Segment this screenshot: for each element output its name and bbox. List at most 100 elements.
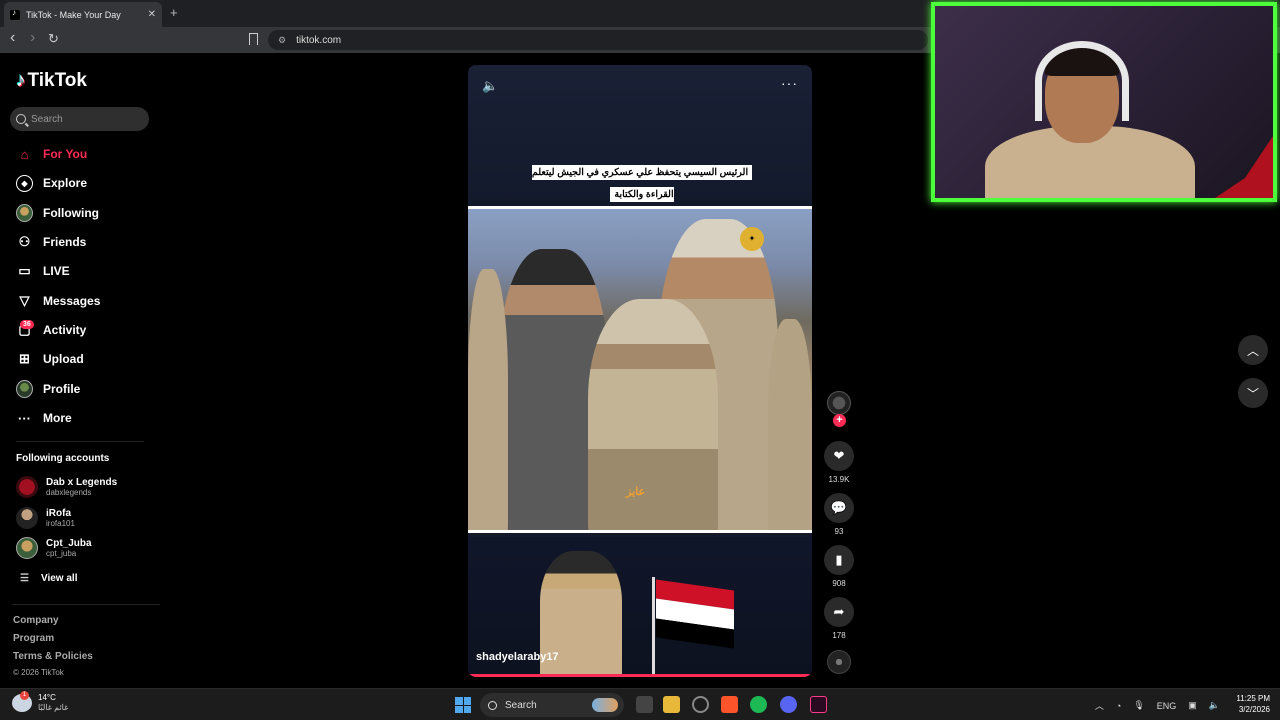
- figure-soldier: [588, 299, 718, 530]
- nav-label: For You: [43, 147, 88, 161]
- video-progress-bar[interactable]: [468, 674, 812, 677]
- nav-for-you[interactable]: ⌂ For You: [16, 142, 88, 166]
- avatar: [16, 537, 38, 559]
- search-input[interactable]: Search: [10, 107, 149, 131]
- share-count: 178: [832, 631, 846, 640]
- site-info-icon[interactable]: ⚙: [278, 35, 286, 46]
- webcam-overlay: [931, 2, 1277, 202]
- compass-icon: ◆: [16, 174, 33, 192]
- language-indicator[interactable]: ENG: [1157, 701, 1177, 711]
- task-view-icon[interactable]: [636, 696, 653, 713]
- live-icon: ▭: [18, 263, 31, 278]
- network-icon[interactable]: ◔: [1116, 701, 1121, 711]
- video-username[interactable]: shadyelaraby17: [476, 651, 559, 663]
- browser-tab[interactable]: TikTok - Make Your Day ✕: [4, 2, 162, 27]
- nav-friends[interactable]: ⚇ Friends: [16, 230, 87, 254]
- tab-close-icon[interactable]: ✕: [148, 9, 156, 20]
- next-video-button[interactable]: ﹀: [1238, 378, 1268, 408]
- windows-start-icon[interactable]: [455, 697, 471, 713]
- volume-icon[interactable]: 🔈: [482, 78, 498, 94]
- tray-chevron-icon[interactable]: ︿: [1095, 699, 1104, 712]
- share-action[interactable]: ➦ 178: [824, 597, 854, 640]
- discord-icon[interactable]: [780, 696, 797, 713]
- clock-time: 11:25 PM: [1236, 694, 1270, 703]
- app-icon[interactable]: [692, 696, 709, 713]
- footer-program[interactable]: Program: [13, 633, 54, 644]
- taskbar-clock[interactable]: 11:25 PM 3/2/2026: [1226, 693, 1270, 715]
- figure-left: [468, 269, 508, 530]
- creator-avatar[interactable]: [827, 391, 851, 415]
- previous-video-button[interactable]: ︿: [1238, 335, 1268, 365]
- egypt-flag-icon: [656, 579, 734, 649]
- save-action[interactable]: ▮ 908: [824, 545, 854, 588]
- more-icon: ···: [18, 410, 31, 426]
- nav-following[interactable]: Following: [16, 201, 99, 225]
- nav-label: Explore: [43, 176, 88, 190]
- new-tab-button[interactable]: +: [170, 5, 178, 20]
- weather-condition: غائم غالبًا: [38, 703, 69, 712]
- nav-live[interactable]: ▭ LIVE: [16, 259, 70, 283]
- comment-action[interactable]: 💬 93: [824, 493, 854, 536]
- bookmark-icon[interactable]: ▮: [824, 545, 854, 575]
- chevron-up-icon: ︿: [1246, 343, 1259, 358]
- following-account[interactable]: Dab x Legends dabxlegends: [16, 476, 117, 498]
- nav-profile[interactable]: Profile: [16, 377, 80, 401]
- tiktok-favicon-icon: [10, 8, 20, 20]
- flag-pole: [652, 577, 655, 677]
- microphone-icon[interactable]: 🎙: [1133, 700, 1144, 711]
- taskbar-search[interactable]: Search: [480, 693, 624, 717]
- brave-browser-icon[interactable]: [721, 696, 738, 713]
- following-account[interactable]: Cpt_Juba cpt_juba: [16, 537, 92, 559]
- file-explorer-icon[interactable]: [663, 696, 680, 713]
- weather-cloud-icon: 1: [12, 691, 32, 712]
- activity-badge: 36: [20, 320, 34, 329]
- account-name: iRofa: [46, 508, 71, 519]
- nav-label: LIVE: [43, 264, 70, 278]
- tab-title: TikTok - Make Your Day: [26, 9, 121, 20]
- like-action[interactable]: ❤ 13.9K: [824, 441, 854, 484]
- nav-upload[interactable]: ⊞ Upload: [16, 347, 84, 371]
- nav-more[interactable]: ··· More: [16, 406, 72, 430]
- sidebar-divider: [16, 441, 144, 442]
- video-player[interactable]: 🔈 ··· الرئيس السيسي يتحفظ علي عسكري في ا…: [468, 65, 812, 677]
- avatar: [16, 507, 38, 529]
- view-all-link[interactable]: ☰ View all: [20, 573, 77, 584]
- nav-label: Profile: [43, 382, 81, 396]
- footer-company[interactable]: Company: [13, 615, 59, 626]
- speaker-icon[interactable]: 🔈: [1209, 700, 1220, 711]
- upload-icon: ⊞: [19, 351, 30, 366]
- back-button[interactable]: ‹: [10, 29, 15, 47]
- copyright: © 2026 TikTok: [13, 668, 64, 677]
- weather-widget[interactable]: 1 14°C غائم غالبًا: [12, 691, 69, 713]
- nav-explore[interactable]: ◆ Explore: [16, 171, 87, 195]
- nav-messages[interactable]: ▽ Messages: [16, 289, 101, 313]
- footer-terms[interactable]: Terms & Policies: [13, 651, 93, 662]
- video-scene: ✦ عايز: [468, 206, 812, 533]
- heart-icon[interactable]: ❤: [824, 441, 854, 471]
- nav-label: Friends: [43, 235, 87, 249]
- clock-date: 3/2/2026: [1238, 705, 1270, 714]
- follow-button[interactable]: +: [833, 414, 846, 427]
- list-icon: ☰: [20, 573, 29, 584]
- nav-label: More: [43, 411, 72, 425]
- forward-button[interactable]: ›: [30, 29, 35, 47]
- comment-count: 93: [834, 527, 844, 536]
- nav-label: Upload: [43, 352, 84, 366]
- music-disc-icon[interactable]: [827, 650, 851, 674]
- reload-button[interactable]: ↻: [48, 31, 59, 47]
- channel-watermark-icon: ✦: [740, 227, 764, 251]
- comment-icon[interactable]: 💬: [824, 493, 854, 523]
- tiktok-logo[interactable]: ♪ TikTok: [16, 70, 87, 92]
- share-icon[interactable]: ➦: [824, 597, 854, 627]
- display-icon[interactable]: ▣: [1188, 700, 1197, 711]
- system-tray: ︿ ◔ 🎙 ENG ▣ 🔈: [1095, 699, 1220, 712]
- following-account[interactable]: iRofa irofa101: [16, 507, 75, 529]
- url-field[interactable]: ⚙ tiktok.com: [268, 30, 928, 50]
- account-name: Dab x Legends: [46, 477, 118, 488]
- figure-right: [768, 319, 812, 530]
- spotify-icon[interactable]: [750, 696, 767, 713]
- account-handle: irofa101: [46, 519, 75, 528]
- video-more-button[interactable]: ···: [781, 75, 798, 91]
- bookmark-icon[interactable]: [249, 33, 258, 45]
- editor-app-icon[interactable]: [810, 696, 827, 713]
